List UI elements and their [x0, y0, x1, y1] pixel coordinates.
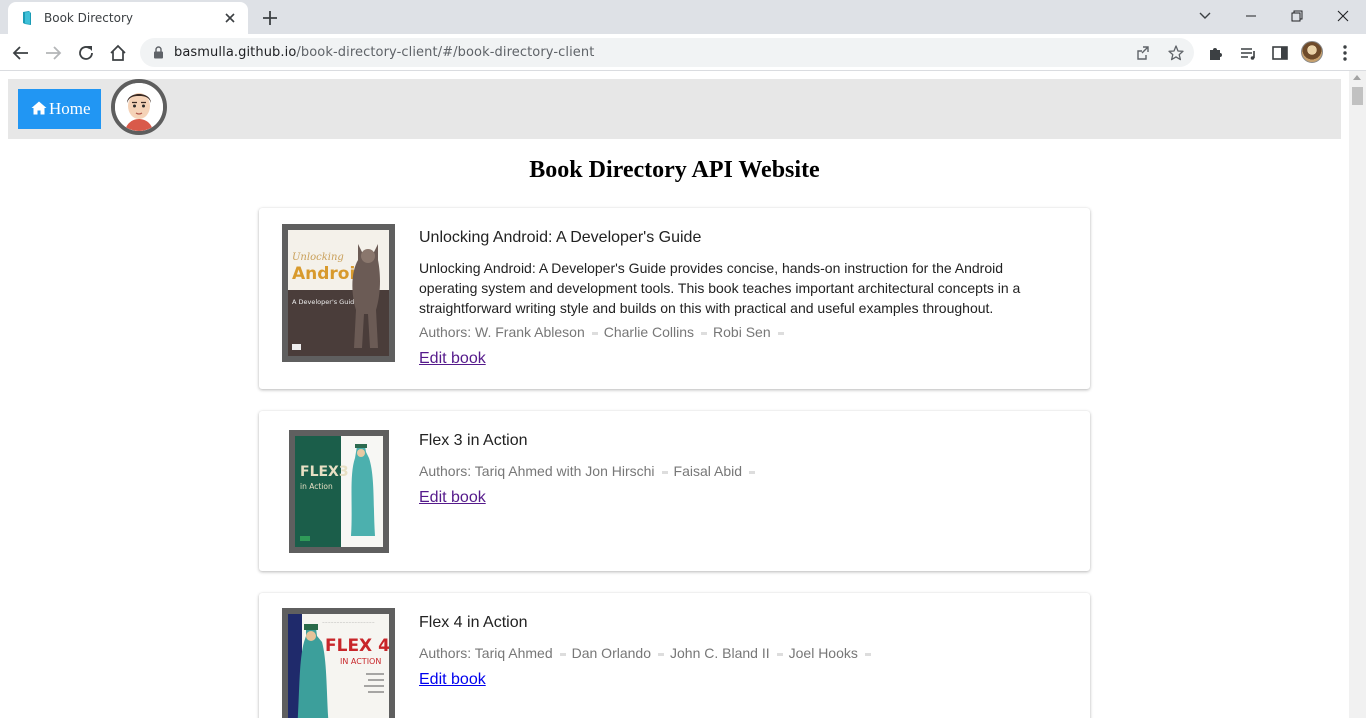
- author-separator: [658, 652, 664, 656]
- page-viewport: Home Book Directory API Website Unlockin…: [0, 71, 1349, 718]
- author-name: Robi Sen: [713, 324, 771, 340]
- navbar: Home: [8, 79, 1341, 139]
- cover-word-unlocking: Unlocking: [292, 252, 344, 263]
- author-name: Faisal Abid: [673, 463, 743, 479]
- home-button[interactable]: Home: [18, 89, 101, 129]
- browser-tabstrip: Book Directory: [0, 0, 1366, 34]
- author-separator: [661, 470, 668, 474]
- book-card: Unlocking Android A Developer's Guide Un…: [259, 208, 1090, 389]
- cover-word-in-action: IN ACTION: [340, 657, 381, 666]
- authors-label: Authors:: [419, 463, 472, 479]
- book-authors: Authors: W. Frank Ableson Charlie Collins…: [419, 324, 790, 340]
- tab-title: Book Directory: [44, 11, 133, 25]
- restore-icon[interactable]: [1286, 6, 1308, 26]
- bookmark-star-icon[interactable]: [1167, 44, 1185, 62]
- url-path: /book-directory-client/#/book-directory-…: [296, 45, 595, 60]
- address-bar[interactable]: basmulla.github.io/book-directory-client…: [140, 38, 1194, 67]
- author-name: Tariq Ahmed with Jon Hirschi: [474, 463, 655, 479]
- author-separator: [776, 652, 783, 656]
- cover-word-flex4: FLEX 4: [325, 636, 389, 656]
- author-name: Dan Orlando: [571, 645, 651, 661]
- scrollbar-thumb[interactable]: [1352, 87, 1363, 105]
- user-avatar[interactable]: [111, 79, 167, 135]
- scroll-up-arrow-icon[interactable]: [1353, 75, 1361, 80]
- author-name: Joel Hooks: [788, 645, 858, 661]
- media-queue-icon[interactable]: [1237, 42, 1259, 64]
- book-title: Flex 4 in Action: [419, 614, 528, 631]
- author-separator: [559, 652, 566, 656]
- edit-book-link[interactable]: Edit book: [419, 350, 486, 368]
- book-description: Unlocking Android: A Developer's Guide p…: [419, 260, 1021, 316]
- cover-word-flex3: FLEX3: [300, 464, 349, 480]
- book-authors: Authors: Tariq Ahmed Dan Orlando John C. B…: [419, 645, 877, 661]
- book-authors: Authors: Tariq Ahmed with Jon Hirschi Fai…: [419, 463, 761, 479]
- page-scrollbar[interactable]: [1349, 71, 1366, 718]
- reload-icon[interactable]: [75, 42, 97, 64]
- book-card: ~~~~~~~~~~~~~~~~~~ FLEX 4 IN ACTION Flex…: [259, 593, 1090, 718]
- book-title: Flex 3 in Action: [419, 432, 528, 449]
- edit-book-link[interactable]: Edit book: [419, 671, 486, 689]
- tab-search-icon[interactable]: [1194, 6, 1216, 26]
- side-panel-icon[interactable]: [1269, 42, 1291, 64]
- avatar-face-icon: [115, 83, 163, 131]
- forward-arrow-icon[interactable]: [42, 42, 64, 64]
- book-title: Unlocking Android: A Developer's Guide: [419, 229, 702, 246]
- author-separator: [591, 331, 598, 335]
- flex4-cover-art-icon: ~~~~~~~~~~~~~~~~~~ FLEX 4 IN ACTION: [288, 614, 389, 718]
- author-name: Tariq Ahmed: [474, 645, 553, 661]
- edit-book-link[interactable]: Edit book: [419, 489, 486, 507]
- browser-tab[interactable]: Book Directory: [8, 2, 248, 34]
- book-card: FLEX3 in Action Flex 3 in Action Authors…: [259, 411, 1090, 571]
- browser-toolbar: basmulla.github.io/book-directory-client…: [0, 34, 1366, 71]
- author-separator: [701, 331, 708, 335]
- profile-avatar[interactable]: [1301, 41, 1323, 63]
- new-tab-icon[interactable]: [260, 8, 280, 28]
- page-title: Book Directory API Website: [529, 157, 820, 183]
- url-host: basmulla.github.io: [174, 45, 297, 60]
- author-separator: [864, 652, 871, 656]
- back-arrow-icon[interactable]: [10, 42, 32, 64]
- book-cover-image[interactable]: Unlocking Android A Developer's Guide: [282, 224, 395, 362]
- home-button-label: Home: [49, 99, 91, 118]
- author-separator: [777, 331, 784, 335]
- author-name: Charlie Collins: [603, 324, 695, 340]
- lock-icon[interactable]: [153, 46, 164, 59]
- home-icon: [31, 101, 47, 115]
- android-cover-art-icon: Unlocking Android A Developer's Guide: [288, 230, 389, 356]
- book-cover-image[interactable]: FLEX3 in Action: [289, 430, 389, 553]
- close-tab-icon[interactable]: [222, 10, 238, 26]
- authors-label: Authors:: [419, 645, 472, 661]
- share-icon[interactable]: [1135, 44, 1153, 62]
- author-separator: [749, 470, 756, 474]
- more-menu-icon[interactable]: [1334, 42, 1356, 64]
- url-text: basmulla.github.io/book-directory-client…: [174, 45, 594, 60]
- close-window-icon[interactable]: [1332, 6, 1354, 26]
- extensions-puzzle-icon[interactable]: [1205, 42, 1227, 64]
- cover-top-text: ~~~~~~~~~~~~~~~~~~: [322, 621, 375, 625]
- cover-word-in-action: in Action: [300, 482, 333, 491]
- home-browser-icon[interactable]: [107, 42, 129, 64]
- flex3-cover-art-icon: FLEX3 in Action: [295, 436, 383, 547]
- book-cover-image[interactable]: ~~~~~~~~~~~~~~~~~~ FLEX 4 IN ACTION: [282, 608, 395, 718]
- book-favicon-icon: [23, 11, 31, 25]
- author-name: John C. Bland II: [670, 645, 770, 661]
- author-name: W. Frank Ableson: [475, 324, 585, 340]
- cover-subtitle: A Developer's Guide: [292, 298, 358, 306]
- authors-label: Authors:: [419, 324, 472, 340]
- minimize-icon[interactable]: [1240, 6, 1262, 26]
